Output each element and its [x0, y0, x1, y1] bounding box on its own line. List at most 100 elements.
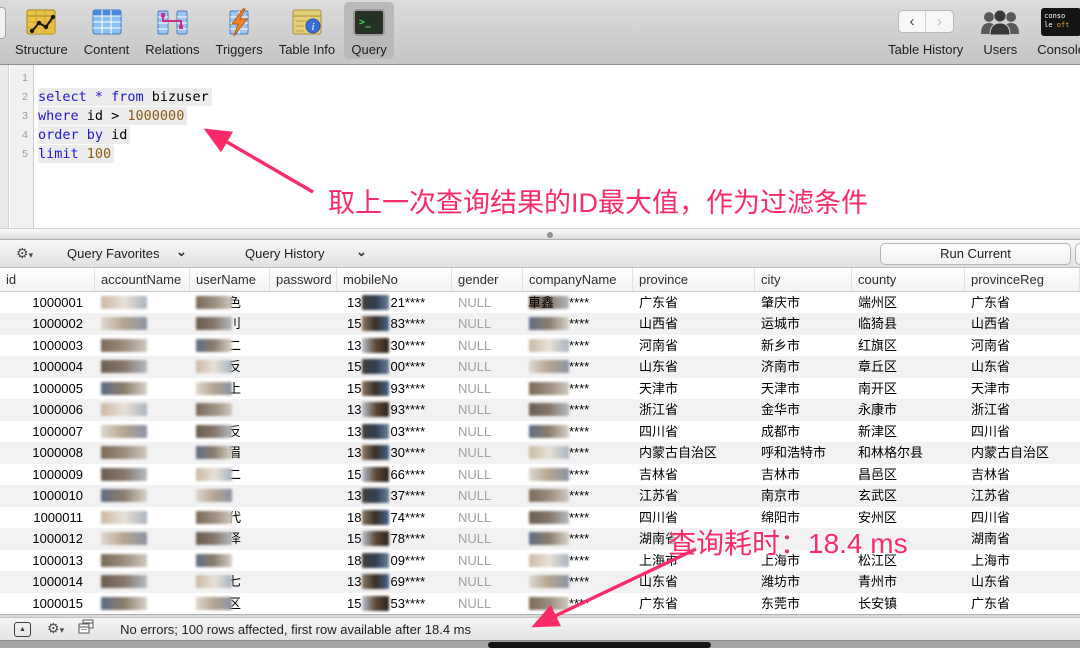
sql-line[interactable]: select * from bizuser	[38, 88, 212, 107]
query-history-chevron-icon[interactable]: ⌄	[356, 244, 367, 260]
table-row[interactable]: 10000131809****NULL****上海市上海市松江区上海市	[0, 550, 1080, 571]
table-row[interactable]: 1000015区1553****NULL****广东省东莞市长安镇广东省	[0, 593, 1080, 614]
column-header-city[interactable]: city	[755, 268, 852, 291]
cell-userName: 泽	[190, 528, 270, 549]
column-header-gender[interactable]: gender	[452, 268, 523, 291]
table-row[interactable]: 1000011代1874****NULL****四川省绵阳市安州区四川省	[0, 507, 1080, 528]
table-row[interactable]: 10000061393****NULL****浙江省金华市永康市浙江省	[0, 399, 1080, 420]
run-current-button[interactable]: Run Current	[880, 243, 1071, 265]
column-header-companyName[interactable]: companyName	[523, 268, 633, 291]
redacted-blur	[529, 317, 569, 330]
cell-password	[270, 421, 337, 442]
annotation-filter-note: 取上一次查询结果的ID最大值，作为过滤条件	[328, 181, 868, 220]
table-row[interactable]: 1000002刂1583****NULL****山西省运城市临猗县山西省	[0, 313, 1080, 334]
results-header-row[interactable]: idaccountNameuserNamepasswordmobileNogen…	[0, 268, 1080, 292]
column-header-county[interactable]: county	[852, 268, 965, 291]
toolbar-tab-table-info[interactable]: iTable Info	[272, 2, 342, 59]
redacted-blur	[362, 295, 389, 310]
redacted-blur	[362, 510, 389, 525]
divider-handle-icon[interactable]	[547, 232, 553, 238]
cell-companyName: ****	[523, 593, 633, 614]
query-history-menu[interactable]: Query History	[245, 246, 324, 261]
toolbar-tab-triggers[interactable]: Triggers	[209, 2, 270, 59]
sql-line[interactable]: order by id	[38, 126, 212, 145]
query-favorites-chevron-icon[interactable]: ⌄	[176, 244, 187, 260]
cell-county: 长安镇	[852, 593, 965, 614]
status-gear-menu[interactable]: ⚙▾	[47, 620, 64, 638]
table-row[interactable]: 1000014七1369****NULL****山东省潍坊市青州市山东省	[0, 571, 1080, 592]
table-row[interactable]: 1000001色1321****NULL****車鑫广东省肇庆市端州区广东省	[0, 292, 1080, 313]
redacted-blur	[196, 425, 232, 438]
redacted-blur	[529, 532, 569, 545]
toolbar-tab-label: Structure	[15, 42, 68, 57]
table-row[interactable]: 10000101337****NULL****江苏省南京市玄武区江苏省	[0, 485, 1080, 506]
sql-line[interactable]	[38, 69, 212, 88]
toolbar-tab-label: Content	[84, 42, 130, 57]
toolbar-tab-query[interactable]: >_Query	[344, 2, 394, 59]
redacted-blur	[101, 532, 147, 545]
run-options-button[interactable]	[1075, 243, 1080, 265]
redacted-blur	[196, 511, 232, 524]
toolbar-tab-content[interactable]: Content	[77, 2, 137, 59]
cell-mobileNo: 1578****	[337, 528, 452, 549]
sql-line[interactable]: limit 100	[38, 145, 212, 164]
redacted-blur	[196, 446, 232, 459]
column-header-accountName[interactable]: accountName	[95, 268, 190, 291]
cell-password	[270, 335, 337, 356]
table-row[interactable]: 1000007反1303****NULL****四川省成都市新津区四川省	[0, 421, 1080, 442]
cell-city: 天津市	[755, 378, 852, 399]
column-header-province[interactable]: province	[633, 268, 755, 291]
redacted-blur	[101, 425, 147, 438]
column-header-password[interactable]: password	[270, 268, 337, 291]
table-row[interactable]: 1000004反1500****NULL****山东省济南市章丘区山东省	[0, 356, 1080, 377]
query-favorites-menu[interactable]: Query Favorites	[67, 246, 159, 261]
bottom-scrollbar-track[interactable]	[0, 640, 1080, 648]
sql-line[interactable]: where id > 1000000	[38, 107, 212, 126]
cell-userName: 刂	[190, 313, 270, 334]
triggers-icon	[222, 5, 256, 41]
line-number-gutter: 12345	[10, 65, 34, 228]
cell-password	[270, 485, 337, 506]
cutoff-toolbar-button[interactable]	[0, 7, 6, 39]
cell-accountName	[95, 464, 190, 485]
column-header-userName[interactable]: userName	[190, 268, 270, 291]
redacted-blur	[196, 360, 232, 373]
column-header-id[interactable]: id	[0, 268, 95, 291]
cell-provinceReg: 内蒙古自治区	[965, 442, 1080, 463]
column-header-mobileNo[interactable]: mobileNo	[337, 268, 452, 291]
sql-code[interactable]: select * from bizuserwhere id > 1000000o…	[38, 69, 212, 164]
table-history-label: Table History	[888, 42, 963, 57]
cell-accountName	[95, 313, 190, 334]
table-row[interactable]: 1000003二1330****NULL****河南省新乡市红旗区河南省	[0, 335, 1080, 356]
split-divider[interactable]	[0, 228, 1080, 240]
table-row[interactable]: 1000012泽1578****NULL****湖南省湖南省	[0, 528, 1080, 549]
cell-province: 广东省	[633, 593, 755, 614]
query-gear-menu[interactable]: ⚙▾	[16, 245, 33, 263]
copy-rows-icon[interactable]	[78, 619, 94, 639]
history-forward-icon[interactable]: ›	[926, 11, 953, 32]
toolbar-tab-structure[interactable]: Structure	[8, 2, 75, 59]
pane-toggle-icon[interactable]: ▲	[14, 622, 31, 637]
cell-companyName: ****	[523, 485, 633, 506]
redacted-blur	[101, 489, 147, 502]
history-back-icon[interactable]: ‹	[899, 11, 927, 32]
cell-city: 金华市	[755, 399, 852, 420]
cell-gender: NULL	[452, 378, 523, 399]
table-row[interactable]: 1000008眉1330****NULL****内蒙古自治区呼和浩特市和林格尔县…	[0, 442, 1080, 463]
cell-accountName	[95, 442, 190, 463]
table-row[interactable]: 1000009二1566****NULL****吉林省吉林市昌邑区吉林省	[0, 464, 1080, 485]
users-button[interactable]: Users	[972, 2, 1028, 59]
cell-county: 新津区	[852, 421, 965, 442]
table-row[interactable]: 1000005上1593****NULL****天津市天津市南开区天津市	[0, 378, 1080, 399]
redacted-blur	[196, 597, 232, 610]
cell-provinceReg: 山东省	[965, 356, 1080, 377]
toolbar-tab-relations[interactable]: Relations	[138, 2, 206, 59]
column-header-provinceReg[interactable]: provinceReg	[965, 268, 1080, 291]
bottom-scrollbar-thumb[interactable]	[488, 642, 711, 648]
cell-id: 1000004	[0, 356, 95, 377]
redacted-blur	[196, 296, 232, 309]
cell-accountName	[95, 571, 190, 592]
structure-icon	[23, 5, 59, 41]
console-button[interactable]: conso le oft Console	[1030, 2, 1080, 59]
cell-userName: 色	[190, 292, 270, 313]
